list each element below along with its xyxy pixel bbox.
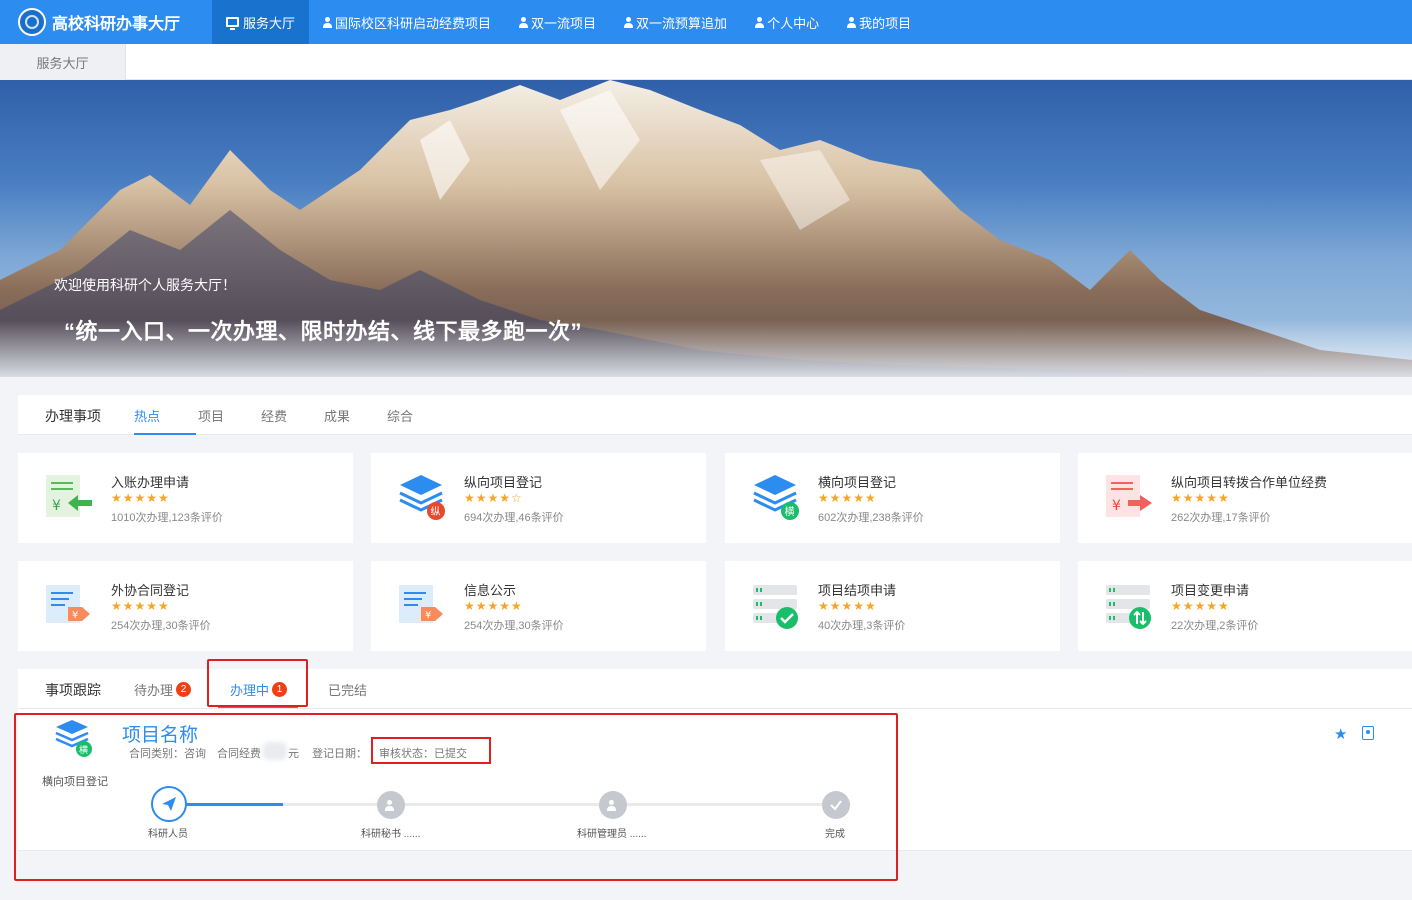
svg-text:¥: ¥ [52,498,61,514]
nav-item-service-hall[interactable]: 服务大厅 [212,0,310,44]
service-card-info-publish[interactable]: ¥ 信息公示 ★★★★★ 254次办理,30条评价 [371,561,706,651]
rating-stars: ★★★★★ [1171,491,1230,505]
layers-horizontal-icon: 横 [753,475,799,520]
project-change-icon [1106,585,1151,629]
pending-count-badge: 2 [176,682,192,697]
service-card-horizontal-project[interactable]: 横 横向项目登记 ★★★★★ 602次办理,238条评价 [725,453,1060,543]
service-card-vertical-project[interactable]: 纵 纵向项目登记 ★★★★☆ 694次办理,46条评价 [371,453,706,543]
service-card-outsourcing-contract[interactable]: ¥ 外协合同登记 ★★★★★ 254次办理,30条评价 [18,561,353,651]
person-icon [847,16,857,28]
person-icon [755,16,765,28]
person-icon [323,16,333,28]
nav-item-label: 我的项目 [859,15,912,31]
contract-icon: ¥ [46,585,90,623]
card-stats: 22次办理,2条评价 [1171,620,1259,632]
money-transfer-icon: ¥ [1106,475,1152,517]
services-heading: 办理事项 [45,408,101,424]
card-title: 入账办理申请 [111,475,190,490]
highlight-box-panel [14,713,898,881]
project-close-icon [753,585,798,629]
nav-item-label: 国际校区科研启动经费项目 [335,15,492,31]
tab-pending[interactable]: 待办理 2 [134,680,192,699]
tab-funding[interactable]: 经费 [261,406,287,425]
nav-item-personal-center[interactable]: 个人中心 [741,0,833,44]
nav-item-budget-addition[interactable]: 双一流预算追加 [610,0,741,44]
top-nav-bar: 高校科研办事大厅 服务大厅 国际校区科研启动经费项目 双一流项目 双一流预算追加… [0,0,1412,44]
nav-item-label: 双一流预算追加 [636,15,728,31]
card-stats: 602次办理,238条评价 [818,512,924,524]
active-tab-indicator [134,433,196,435]
brand[interactable]: 高校科研办事大厅 [0,0,212,44]
tab-label: 已完结 [328,683,368,698]
person-icon [624,16,634,28]
highlight-box-tab [207,659,308,707]
nav-item-double-first-class[interactable]: 双一流项目 [505,0,610,44]
nav-item-label: 双一流项目 [531,15,597,31]
hero-banner: 欢迎使用科研个人服务大厅！ “统一入口、一次办理、限时办结、线下最多跑一次” [0,80,1412,377]
info-publish-icon: ¥ [399,585,443,623]
rating-stars: ★★★★★ [464,599,523,613]
card-stats: 262次办理,17条评价 [1171,512,1271,524]
tab-label: 待办理 [134,683,174,698]
svg-text:横: 横 [785,505,795,518]
tracking-heading: 事项跟踪 [45,682,101,698]
money-in-icon: ¥ [46,475,92,517]
svg-text:¥: ¥ [425,610,431,621]
tab-project[interactable]: 项目 [198,406,224,425]
rating-stars: ★★★★☆ [464,491,523,505]
card-title: 纵向项目转拨合作单位经费 [1171,475,1328,490]
card-stats: 254次办理,30条评价 [111,620,211,632]
card-stats: 694次办理,46条评价 [464,512,564,524]
tag-text: 纵 [431,506,441,518]
nav-item-label: 个人中心 [767,15,820,31]
tab-service-hall[interactable]: 服务大厅 [0,44,126,80]
monitor-icon [226,17,239,30]
service-card-project-closure[interactable]: 项目结项申请 ★★★★★ 40次办理,3条评价 [725,561,1060,651]
tab-general[interactable]: 综合 [387,406,413,425]
nav-item-intl-campus[interactable]: 国际校区科研启动经费项目 [309,0,505,44]
rating-stars: ★★★★★ [818,599,877,613]
page-tab-strip: 服务大厅 [0,44,1412,80]
card-title: 信息公示 [464,583,517,598]
layers-vertical-icon: 纵 [399,475,445,520]
svg-text:¥: ¥ [1112,498,1121,514]
tab-completed[interactable]: 已完结 [328,680,367,699]
rating-stars: ★★★★★ [1171,599,1230,613]
banner-slogan: “统一入口、一次办理、限时办结、线下最多跑一次” [64,319,583,344]
banner-welcome-text: 欢迎使用科研个人服务大厅！ [54,277,236,293]
favorite-star-icon[interactable]: ★ [1334,725,1347,743]
university-logo-icon [18,8,46,36]
person-icon [519,16,529,28]
card-title: 项目变更申请 [1171,583,1250,598]
card-title: 外协合同登记 [111,583,190,598]
svg-text:¥: ¥ [72,610,78,621]
service-card-fund-transfer[interactable]: ¥ 纵向项目转拨合作单位经费 ★★★★★ 262次办理,17条评价 [1078,453,1412,543]
rating-stars: ★★★★★ [111,599,170,613]
card-title: 项目结项申请 [818,583,897,598]
service-card-entry[interactable]: ¥ 入账办理申请 ★★★★★ 1010次办理,123条评价 [18,453,353,543]
tab-hot[interactable]: 热点 [134,406,160,425]
rating-stars: ★★★★★ [818,491,877,505]
card-stats: 40次办理,3条评价 [818,620,906,632]
brand-title: 高校科研办事大厅 [52,16,181,33]
nav-item-my-projects[interactable]: 我的项目 [833,0,925,44]
card-title: 纵向项目登记 [464,475,543,490]
nav-item-label: 服务大厅 [243,15,296,31]
card-stats: 1010次办理,123条评价 [111,512,223,524]
tab-achievement[interactable]: 成果 [324,406,350,425]
contact-book-icon[interactable] [1362,726,1374,740]
service-card-project-change[interactable]: 项目变更申请 ★★★★★ 22次办理,2条评价 [1078,561,1412,651]
services-tab-bar: 办理事项 热点 项目 经费 成果 综合 [18,395,1412,435]
rating-stars: ★★★★★ [111,491,170,505]
card-stats: 254次办理,30条评价 [464,620,564,632]
card-title: 横向项目登记 [818,475,897,490]
